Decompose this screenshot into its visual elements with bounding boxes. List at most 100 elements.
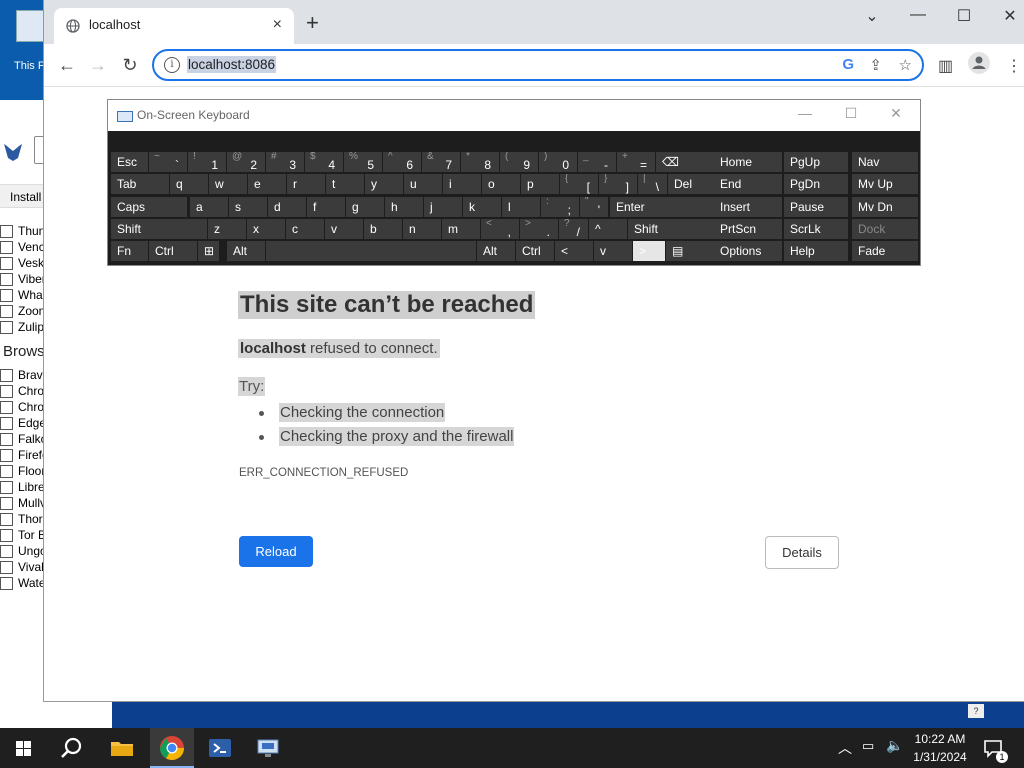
suggestion-text[interactable]: Checking the connection <box>279 403 446 422</box>
osk-key[interactable]: " ' <box>580 197 608 217</box>
checkbox[interactable] <box>0 401 13 414</box>
osk-key[interactable]: r <box>287 174 325 194</box>
osk-key[interactable]: {[ <box>560 174 598 194</box>
powershell-icon[interactable] <box>206 734 234 762</box>
osk-key[interactable]: j <box>424 197 462 217</box>
osk-nav-key[interactable]: Insert <box>714 197 782 217</box>
clock-time[interactable]: 10:22 AM <box>914 732 966 746</box>
osk-key[interactable]: :; <box>541 197 579 217</box>
reload-button[interactable]: Reload <box>239 536 313 567</box>
osk-key[interactable]: a <box>190 197 228 217</box>
osk-key[interactable]: + = <box>617 152 655 172</box>
osk-minimize-icon[interactable]: — <box>795 105 815 121</box>
search-icon[interactable] <box>58 734 86 762</box>
checkbox[interactable] <box>0 417 13 430</box>
clock-date[interactable]: 1/31/2024 <box>908 750 972 764</box>
osk-key[interactable]: i <box>443 174 481 194</box>
close-tab-icon[interactable]: × <box>273 16 282 34</box>
remote-desktop-icon[interactable] <box>254 734 282 762</box>
osk-key[interactable]: @2 <box>227 152 265 172</box>
osk-key[interactable]: Shift <box>111 219 207 239</box>
osk-key[interactable]: c <box>286 219 324 239</box>
osk-nav-key[interactable]: Mv Up <box>852 174 918 194</box>
osk-key[interactable]: b <box>364 219 402 239</box>
checkbox[interactable] <box>0 241 13 254</box>
osk-key[interactable]: $4 <box>305 152 343 172</box>
osk-key[interactable]: m <box>442 219 480 239</box>
maximize-icon[interactable]: ☐ <box>954 6 974 26</box>
forward-icon[interactable]: → <box>87 54 109 76</box>
osk-key[interactable]: z <box>208 219 246 239</box>
menu-icon[interactable]: ⋮ <box>1006 56 1022 76</box>
checkbox[interactable] <box>0 273 13 286</box>
osk-key[interactable]: <, <box>481 219 519 239</box>
checkbox[interactable] <box>0 369 13 382</box>
osk-key[interactable]: v <box>325 219 363 239</box>
osk-key[interactable]: y <box>365 174 403 194</box>
osk-key[interactable]: #3 <box>266 152 304 172</box>
osk-key[interactable]: Enter <box>610 197 714 217</box>
osk-key[interactable]: n <box>403 219 441 239</box>
osk-key[interactable]: ) 0 <box>539 152 577 172</box>
osk-nav-key[interactable]: End <box>714 174 782 194</box>
osk-key[interactable]: _ - <box>578 152 616 172</box>
tray-chevron-icon[interactable]: ︿ <box>838 738 852 758</box>
checkbox[interactable] <box>0 449 13 462</box>
osk-key[interactable]: > <box>633 241 665 261</box>
osk-nav-key[interactable]: Nav <box>852 152 918 172</box>
back-icon[interactable]: ← <box>56 54 78 76</box>
osk-nav-key[interactable]: Home <box>714 152 782 172</box>
checkbox[interactable] <box>0 577 13 590</box>
osk-key[interactable]: >. <box>520 219 558 239</box>
address-bar[interactable]: i localhost:8086 G ⇪ ☆ <box>152 49 924 81</box>
osk-key[interactable]: p <box>521 174 559 194</box>
osk-key[interactable]: Tab <box>111 174 169 194</box>
google-icon[interactable]: G <box>842 56 854 73</box>
checkbox[interactable] <box>0 225 13 238</box>
osk-maximize-icon[interactable]: ☐ <box>841 105 861 122</box>
share-icon[interactable]: ⇪ <box>869 56 882 74</box>
checkbox[interactable] <box>0 465 13 478</box>
suggestion-text[interactable]: Checking the proxy and the firewall <box>279 427 515 446</box>
osk-key[interactable]: ! 1 <box>188 152 226 172</box>
osk-key[interactable]: l <box>502 197 540 217</box>
osk-key[interactable]: Alt <box>227 241 265 261</box>
osk-key[interactable]: u <box>404 174 442 194</box>
osk-key[interactable]: ? / <box>559 219 588 239</box>
osk-key[interactable]: t <box>326 174 364 194</box>
osk-key[interactable]: < <box>555 241 593 261</box>
checkbox[interactable] <box>0 481 13 494</box>
osk-nav-key[interactable]: Mv Dn <box>852 197 918 217</box>
osk-key[interactable]: Fn <box>111 241 148 261</box>
osk-nav-key[interactable]: PrtScn <box>714 219 782 239</box>
help-icon[interactable]: ? <box>968 704 984 718</box>
osk-nav-key[interactable]: PgUp <box>784 152 848 172</box>
osk-key[interactable]: g <box>346 197 384 217</box>
osk-key[interactable]: * 8 <box>461 152 499 172</box>
osk-key[interactable]: (9 <box>500 152 538 172</box>
checkbox[interactable] <box>0 385 13 398</box>
network-icon[interactable]: ▭ <box>862 738 874 754</box>
osk-nav-key[interactable]: PgDn <box>784 174 848 194</box>
side-panel-icon[interactable]: ▥ <box>938 56 953 76</box>
osk-key[interactable]: ^ <box>589 219 627 239</box>
close-window-icon[interactable]: ✕ <box>1000 6 1020 26</box>
osk-key[interactable]: e <box>248 174 286 194</box>
desktop-icon-this-pc[interactable]: This P <box>14 10 48 72</box>
checkbox[interactable] <box>0 289 13 302</box>
checkbox[interactable] <box>0 305 13 318</box>
start-button[interactable] <box>10 734 38 762</box>
osk-nav-key[interactable]: Pause <box>784 197 848 217</box>
osk-key[interactable]: Shift <box>628 219 714 239</box>
osk-key[interactable]: ~ ` <box>149 152 187 172</box>
chrome-taskbar-icon[interactable] <box>150 728 194 768</box>
osk-key[interactable]: h <box>385 197 423 217</box>
osk-key[interactable]: | \ <box>638 174 667 194</box>
osk-key[interactable]: % 5 <box>344 152 382 172</box>
osk-key[interactable]: ^ 6 <box>383 152 421 172</box>
reload-icon[interactable]: ↻ <box>119 54 141 76</box>
osk-nav-key[interactable]: Options <box>714 241 782 261</box>
osk-nav-key[interactable]: ScrLk <box>784 219 848 239</box>
osk-key[interactable] <box>266 241 476 261</box>
checkbox[interactable] <box>0 433 13 446</box>
